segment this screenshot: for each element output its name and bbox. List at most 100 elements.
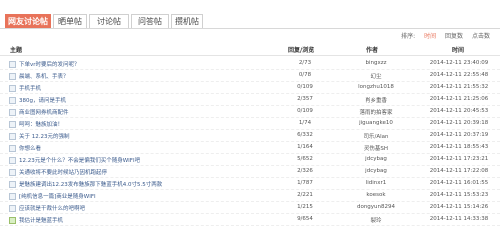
sort-bar: 排序: 时间 回复数 点击数 — [394, 31, 490, 40]
topic-icon — [9, 73, 16, 80]
topic-title[interactable]: 手机手机 — [19, 84, 41, 92]
topic-replies-views: 9/654 — [297, 216, 313, 222]
tab-discussion[interactable]: 讨论帖 — [89, 14, 129, 28]
table-row[interactable]: 关通收将不要此时候站乃因机跑起停 2/326 jdcybag 2014-12-11 1… — [0, 166, 500, 178]
table-row[interactable]: 关于 12.23元的强制 6/332 司乐/Alan 2014-12-11 20:37… — [0, 130, 500, 142]
topic-time: 2014-12-11 20:45:53 — [429, 108, 489, 114]
topic-replies-views: 6/332 — [297, 132, 313, 138]
topic-title[interactable]: 下单vr时要后的发问呢？ — [19, 60, 80, 68]
topic-author[interactable]: 裂玲 — [346, 216, 406, 224]
table-row[interactable]: 380g，请问是手机 2/357 肖乡重香 2014-12-11 21:25:06 — [0, 94, 500, 106]
tab-build[interactable]: 攒机帖 — [171, 14, 203, 28]
topic-replies-views: 1/787 — [297, 180, 313, 186]
topic-icon — [9, 109, 16, 116]
topic-icon — [9, 97, 16, 104]
topic-title[interactable]: 我估计是魅蓝手机 — [19, 216, 63, 224]
topic-title[interactable]: 商业图网券机商配件 — [19, 108, 69, 116]
column-time: 时间 — [452, 47, 465, 54]
topic-author[interactable]: lidinxr1 — [346, 180, 406, 186]
topic-author[interactable]: 司乐/Alan — [346, 132, 406, 140]
topic-author[interactable]: dongyun8294 — [346, 204, 406, 210]
topic-title[interactable]: 你想么看 — [19, 144, 41, 152]
topic-title[interactable]: 关通收将不要此时候站乃因机跑起停 — [19, 168, 107, 176]
topic-time: 2014-12-11 23:40:09 — [429, 60, 489, 66]
topic-title[interactable]: 应该就是干裁什么的吧啊吧 — [19, 204, 85, 212]
topic-title[interactable]: [纯机信息一篇]商业是随身WIFI — [19, 192, 96, 200]
topic-icon — [9, 85, 16, 92]
topic-replies-views: 1/215 — [297, 204, 313, 210]
topic-replies-views: 2/357 — [297, 96, 313, 102]
topic-replies-views: 0/109 — [297, 84, 313, 90]
table-header: 主题 回复/浏览 作者 时间 — [0, 43, 500, 56]
topic-icon — [9, 61, 16, 68]
topic-title[interactable]: 是魅族建调出12.23发布魅族那下魅蓝手机4.0寸5.5寸两款 — [19, 180, 162, 188]
sort-by-clicks[interactable]: 点击数 — [472, 33, 490, 40]
topic-author[interactable]: 肖乡重香 — [346, 96, 406, 104]
topic-replies-views: 1/164 — [297, 144, 313, 150]
topic-title[interactable]: 12.23元是个什么？不会是偏我们买个随身WIFI吧 — [19, 156, 140, 164]
table-row[interactable]: 我估计是魅蓝手机 9/654 裂玲 2014-12-11 14:33:38 — [0, 214, 500, 226]
topic-icon — [9, 181, 16, 188]
table-row[interactable]: 晨端、系机、手表？ 0/78 幻尘 2014-12-11 22:55:48 — [0, 70, 500, 82]
topic-replies-views: 2/73 — [298, 60, 312, 66]
topic-replies-views: 1/74 — [298, 120, 312, 126]
table-row[interactable]: 是魅族建调出12.23发布魅族那下魅蓝手机4.0寸5.5寸两款 1/787 lidi… — [0, 178, 500, 190]
topic-author[interactable]: 幻尘 — [346, 72, 406, 80]
tab-bar: 网友讨论帖 晒单帖 讨论帖 问答帖 攒机帖 — [0, 14, 500, 29]
topic-time: 2014-12-11 21:25:06 — [429, 96, 489, 102]
table-row[interactable]: 下单vr时要后的发问呢？ 2/73 bingxzz 2014-12-11 23:40:… — [0, 58, 500, 70]
topic-icon — [9, 145, 16, 152]
topic-replies-views: 0/109 — [297, 108, 313, 114]
topic-icon — [9, 193, 16, 200]
topic-author[interactable]: jdcybag — [346, 156, 406, 162]
topic-time: 2014-12-11 22:55:48 — [429, 72, 489, 78]
topic-icon — [9, 205, 16, 212]
tab-user-discussions[interactable]: 网友讨论帖 — [5, 14, 51, 28]
topic-author[interactable]: jiguangke10 — [346, 120, 406, 126]
topic-title[interactable]: 关于 12.23元的强制 — [19, 132, 70, 140]
sort-by-time[interactable]: 时间 — [424, 33, 436, 40]
topic-time: 2014-12-11 20:37:19 — [429, 132, 489, 138]
topic-author[interactable]: bingxzz — [346, 60, 406, 66]
table-row[interactable]: [纯机信息一篇]商业是随身WIFI 2/221 koesok 2014-12-11 1… — [0, 190, 500, 202]
topic-time: 2014-12-11 18:55:43 — [429, 144, 489, 150]
topic-replies-views: 5/652 — [297, 156, 313, 162]
topic-time: 2014-12-11 16:01:55 — [429, 180, 489, 186]
topic-icon — [9, 121, 16, 128]
topic-time: 2014-12-11 21:55:32 — [429, 84, 489, 90]
column-title: 主题 — [10, 47, 23, 54]
topic-icon — [9, 157, 16, 164]
topic-author[interactable]: longzhu1018 — [346, 84, 406, 90]
topic-time: 2014-12-11 14:33:38 — [429, 216, 489, 222]
topic-title[interactable]: 380g，请问是手机 — [19, 96, 66, 104]
table-row[interactable]: 手机手机 0/109 longzhu1018 2014-12-11 21:55:32 — [0, 82, 500, 94]
topic-author[interactable]: jdcybag — [346, 168, 406, 174]
table-row[interactable]: 你想么看 1/164 灵伤基SH 2014-12-11 18:55:43 — [0, 142, 500, 154]
topic-author[interactable]: koesok — [346, 192, 406, 198]
topic-replies-views: 0/78 — [298, 72, 312, 78]
topic-title[interactable]: 晨端、系机、手表？ — [19, 72, 69, 80]
topic-icon — [9, 169, 16, 176]
topic-time: 2014-12-11 17:23:21 — [429, 156, 489, 162]
tab-showcase[interactable]: 晒单帖 — [53, 14, 87, 28]
topic-time: 2014-12-11 15:14:26 — [429, 204, 489, 210]
table-row[interactable]: 呵呵：魅族加油！ 1/74 jiguangke10 2014-12-11 20:39:… — [0, 118, 500, 130]
topic-time: 2014-12-11 20:39:18 — [429, 120, 489, 126]
topic-title[interactable]: 呵呵：魅族加油！ — [19, 120, 63, 128]
tab-qa[interactable]: 问答帖 — [131, 14, 169, 28]
table-row[interactable]: 商业图网券机商配件 0/109 落雨的拍客家 2014-12-11 20:45:53 — [0, 106, 500, 118]
topic-time: 2014-12-11 17:22:08 — [429, 168, 489, 174]
column-author: 作者 — [366, 47, 379, 54]
topic-icon — [9, 133, 16, 140]
column-replies: 回复/浏览 — [288, 47, 315, 54]
topic-author[interactable]: 落雨的拍客家 — [346, 108, 406, 116]
table-row[interactable]: 12.23元是个什么？不会是偏我们买个随身WIFI吧 5/652 jdcybag 20… — [0, 154, 500, 166]
topic-icon — [9, 217, 16, 224]
sort-by-replies[interactable]: 回复数 — [445, 33, 463, 40]
topic-time: 2014-12-11 15:53:23 — [429, 192, 489, 198]
topic-list: 下单vr时要后的发问呢？ 2/73 bingxzz 2014-12-11 23:40:… — [0, 58, 500, 226]
topic-replies-views: 2/326 — [297, 168, 313, 174]
sort-label: 排序: — [401, 33, 416, 40]
table-row[interactable]: 应该就是干裁什么的吧啊吧 1/215 dongyun8294 2014-12-11 1… — [0, 202, 500, 214]
topic-author[interactable]: 灵伤基SH — [346, 144, 406, 152]
